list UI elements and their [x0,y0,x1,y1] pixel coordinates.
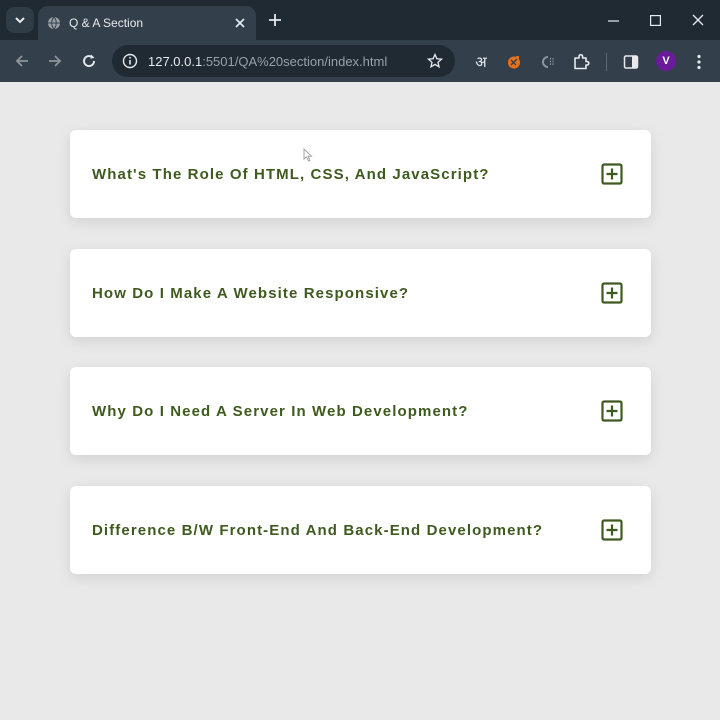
maximize-button[interactable] [634,6,676,34]
qa-question: How Do I Make A Website Responsive? [92,284,410,302]
reload-icon [83,54,95,67]
qa-item[interactable]: Difference B/W Front-End And Back-End De… [70,486,651,574]
plus-square-icon[interactable] [601,163,623,185]
url-path: :5501/QA%20section/index.html [202,53,388,69]
bookmark-star-icon[interactable] [423,49,447,73]
back-button[interactable] [8,47,36,75]
profile-avatar[interactable]: V [656,51,676,71]
plus-square-icon[interactable] [601,519,623,541]
forward-button[interactable] [41,47,69,75]
tab-title: Q & A Section [69,16,144,30]
qa-item[interactable]: Why Do I Need A Server In Web Developmen… [70,367,651,455]
close-icon [235,18,245,28]
qa-question: What's The Role Of HTML, CSS, And JavaSc… [92,165,490,183]
browser-toolbar: 127.0.0.1:5501/QA%20section/index.html अ… [0,40,720,82]
site-info-icon[interactable] [116,47,144,75]
tab-close-button[interactable] [228,11,252,35]
qa-item[interactable]: What's The Role Of HTML, CSS, And JavaSc… [70,130,651,218]
extensions-puzzle-icon[interactable] [568,49,594,75]
url-host: 127.0.0.1 [148,53,203,69]
page-viewport: What's The Role Of HTML, CSS, And JavaSc… [0,82,720,720]
side-panel-icon[interactable] [618,49,644,75]
maximize-icon [649,14,661,26]
minimize-icon [607,19,619,22]
css-extension-icon[interactable] [535,49,561,75]
plus-square-icon[interactable] [601,400,623,422]
plus-square-icon[interactable] [601,282,623,304]
plus-icon [269,14,281,26]
qa-item[interactable]: How Do I Make A Website Responsive? [70,249,651,337]
arrow-left-icon [15,55,28,67]
url-text: 127.0.0.1:5501/QA%20section/index.html [148,54,387,69]
toolbar-separator [606,53,607,71]
kebab-menu-icon[interactable] [686,49,712,75]
minimize-button[interactable] [592,6,634,34]
new-tab-button[interactable] [262,8,288,32]
globe-icon [48,16,60,30]
browser-tab[interactable]: Q & A Section [38,6,256,40]
tab-search-button[interactable] [6,7,34,33]
arrow-right-icon [49,55,62,67]
chevron-down-icon [15,17,25,24]
qa-question: Why Do I Need A Server In Web Developmen… [92,402,469,420]
close-icon [692,14,704,26]
address-bar[interactable]: 127.0.0.1:5501/QA%20section/index.html [112,45,455,77]
mouse-cursor-icon [303,148,313,162]
orange-extension-icon[interactable] [501,49,527,75]
translate-extension-glyph: अ [475,53,487,71]
browser-titlebar: Q & A Section [0,0,720,40]
qa-question: Difference B/W Front-End And Back-End De… [92,521,544,539]
translate-extension-icon[interactable]: अ [468,49,494,75]
reload-button[interactable] [75,47,103,75]
close-window-button[interactable] [677,6,719,34]
